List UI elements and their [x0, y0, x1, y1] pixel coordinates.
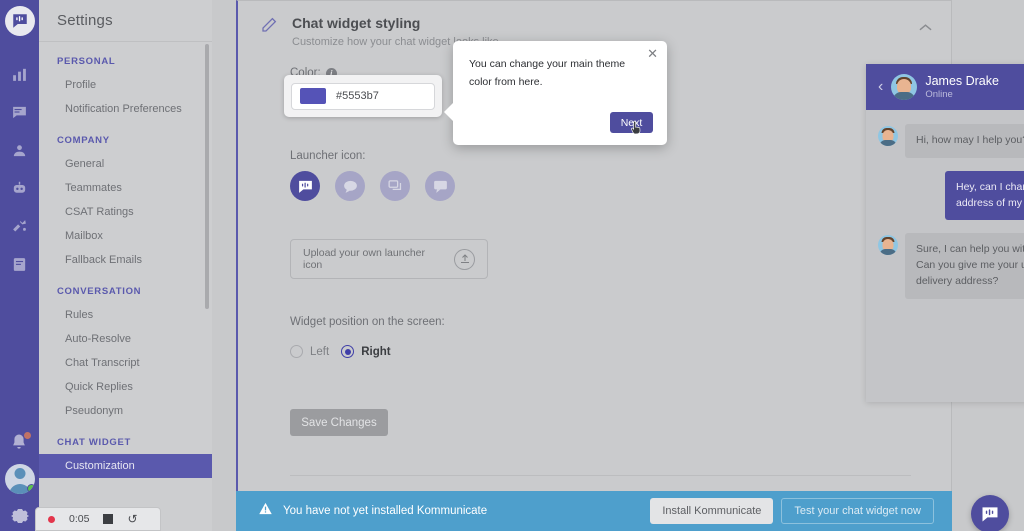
color-value: #5553b7	[336, 90, 379, 102]
settings-sidebar: Settings PERSONAL Profile Notification P…	[39, 0, 212, 531]
agent-name: James Drake	[925, 73, 999, 88]
sidebar-item-fallback-emails[interactable]: Fallback Emails	[39, 248, 212, 272]
conversations-icon[interactable]	[10, 102, 30, 122]
sidebar-item-pseudonym[interactable]: Pseudonym	[39, 399, 212, 423]
sidebar-item-chat-transcript[interactable]: Chat Transcript	[39, 351, 212, 375]
tooltip-text: You can change your main theme color fro…	[469, 58, 626, 89]
contacts-icon[interactable]	[10, 140, 30, 160]
radio-left[interactable]: Left	[290, 345, 329, 358]
launcher-icon-stacked-chat[interactable]	[380, 171, 410, 201]
chevron-left-icon[interactable]: ‹	[878, 79, 883, 95]
upload-launcher-icon-label: Upload your own launcher icon	[303, 247, 425, 271]
integrations-icon[interactable]	[10, 216, 30, 236]
chevron-up-icon[interactable]	[917, 19, 933, 35]
launcher-icon-options	[290, 171, 455, 201]
knowledge-base-icon[interactable]	[10, 254, 30, 274]
online-status-dot	[26, 484, 35, 493]
sidebar-group-label: CONVERSATION	[57, 286, 142, 297]
chat-message-agent: Hi, how may I help you?	[878, 124, 1024, 158]
app-icon-rail	[0, 0, 39, 531]
gear-icon[interactable]	[8, 504, 32, 528]
chat-bubble-agent: Sure, I can help you with this. Can you …	[905, 233, 1024, 299]
sidebar-item-csat-ratings[interactable]: CSAT Ratings	[39, 200, 212, 224]
install-kommunicate-button[interactable]: Install Kommunicate	[650, 498, 774, 524]
rail-icon-list	[10, 64, 30, 274]
sidebar-scrollbar[interactable]	[205, 44, 209, 309]
sidebar-item-teammates[interactable]: Teammates	[39, 176, 212, 200]
chat-message-agent: Sure, I can help you with this. Can you …	[878, 233, 1024, 299]
radio-right-dot	[341, 345, 355, 358]
agent-avatar	[891, 74, 918, 100]
analytics-icon[interactable]	[10, 64, 30, 84]
notification-badge-dot	[23, 432, 31, 439]
notification-bell-icon[interactable]	[9, 432, 31, 454]
chat-bubble-agent: Hi, how may I help you?	[905, 124, 1024, 158]
warning-icon	[258, 501, 273, 521]
tooltip-arrow	[444, 103, 453, 121]
upload-icon	[454, 248, 475, 270]
radio-left-dot	[290, 345, 303, 358]
chat-message-user: Hey, can I change the delivery address o…	[878, 170, 1024, 221]
chat-bubble-user: Hey, can I change the delivery address o…	[945, 170, 1024, 221]
sidebar-group-conversation: CONVERSATION Rules Auto-Resolve Chat Tra…	[39, 286, 212, 423]
sidebar-item-profile[interactable]: Profile	[39, 73, 212, 97]
agent-avatar-small	[878, 235, 898, 256]
agent-avatar-small	[878, 126, 898, 146]
pencil-icon	[260, 16, 278, 34]
recording-time: 0:05	[69, 513, 90, 525]
user-avatar[interactable]	[4, 464, 35, 494]
page-title: Settings	[57, 12, 113, 29]
agent-status: Online	[925, 89, 953, 101]
sidebar-item-auto-resolve[interactable]: Auto-Resolve	[39, 327, 212, 351]
restart-icon[interactable]: ↺	[127, 512, 137, 526]
color-field-spotlight: #5553b7	[284, 75, 442, 117]
chat-launcher-fab-page[interactable]	[971, 495, 1009, 531]
widget-position-label: Widget position on the screen:	[290, 316, 445, 328]
sidebar-item-customization[interactable]: Customization	[39, 454, 212, 478]
launcher-icon-label: Launcher icon:	[290, 150, 366, 162]
sidebar-item-general[interactable]: General	[39, 152, 212, 176]
card-divider	[290, 475, 911, 476]
sidebar-group-personal: PERSONAL Profile Notification Preference…	[39, 56, 212, 121]
launcher-icon-square-chat[interactable]	[425, 171, 455, 201]
screen-recorder-bar: 0:05 ↺	[35, 507, 161, 531]
install-banner: You have not yet installed Kommunicate I…	[236, 491, 952, 531]
card-title: Chat widget styling	[292, 15, 421, 31]
test-chat-widget-button[interactable]: Test your chat widget now	[781, 498, 934, 524]
sidebar-group-label: CHAT WIDGET	[57, 437, 132, 448]
chat-preview-header: ‹ James Drake Online	[866, 64, 1024, 110]
widget-position-radio-group: Left Right	[290, 345, 391, 358]
save-changes-button[interactable]: Save Changes	[290, 409, 388, 436]
sidebar-group-label: COMPANY	[57, 135, 110, 146]
sidebar-group-chat-widget: CHAT WIDGET Customization	[39, 437, 212, 478]
banner-text: You have not yet installed Kommunicate	[283, 505, 488, 517]
launcher-icon-kommunicate[interactable]	[290, 171, 320, 201]
sidebar-group-label: PERSONAL	[57, 56, 116, 67]
sidebar-item-notification-preferences[interactable]: Notification Preferences	[39, 97, 212, 121]
banner-message: You have not yet installed Kommunicate	[258, 501, 650, 521]
pointer-cursor-icon	[629, 120, 644, 136]
sidebar-header: Settings	[39, 0, 212, 42]
radio-left-label: Left	[310, 345, 330, 358]
bot-icon[interactable]	[10, 178, 30, 198]
radio-right[interactable]: Right	[341, 345, 391, 358]
radio-right-label: Right	[361, 345, 391, 358]
stop-icon[interactable]	[103, 514, 114, 524]
sidebar-group-company: COMPANY General Teammates CSAT Ratings M…	[39, 135, 212, 272]
sidebar-item-quick-replies[interactable]: Quick Replies	[39, 375, 212, 399]
rail-bottom-group	[0, 432, 39, 531]
chat-widget-preview: ‹ James Drake Online Hi, how may I help …	[866, 64, 1024, 402]
color-swatch[interactable]	[300, 88, 326, 104]
record-dot-icon	[48, 515, 55, 523]
agent-info: James Drake Online	[925, 74, 999, 101]
launcher-icon-speech-bubble[interactable]	[335, 171, 365, 201]
close-icon[interactable]: ✕	[647, 47, 658, 60]
upload-launcher-icon-button[interactable]: Upload your own launcher icon	[290, 239, 488, 279]
sidebar-item-mailbox[interactable]: Mailbox	[39, 224, 212, 248]
sidebar-item-rules[interactable]: Rules	[39, 303, 212, 327]
chat-preview-messages: Hi, how may I help you? Hey, can I chang…	[866, 110, 1024, 313]
kommunicate-logo-icon[interactable]	[4, 6, 35, 36]
color-input[interactable]: #5553b7	[291, 82, 435, 110]
app-root: Settings PERSONAL Profile Notification P…	[0, 0, 1024, 531]
